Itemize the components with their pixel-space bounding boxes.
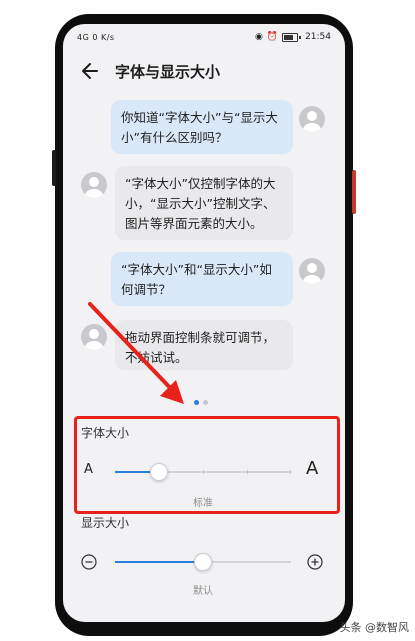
plus-circle-icon[interactable] — [307, 554, 323, 570]
page-dot — [203, 400, 208, 405]
highlight-box — [74, 416, 340, 514]
display-size-level: 默认 — [193, 586, 213, 597]
user-avatar — [299, 106, 325, 132]
chat-bubble-question: 你知道“字体大小”与“显示大小”有什么区别吗？ — [111, 100, 293, 154]
eye-icon: ◉ — [254, 32, 263, 42]
display-size-label: 显示大小 — [81, 516, 130, 530]
alarm-icon: ⏰ — [266, 32, 279, 42]
clock: 21:54 — [305, 32, 331, 42]
watermark: 头条 @数智风 — [339, 621, 410, 634]
power-button — [352, 170, 356, 214]
network-status: 4G 0 K/s — [77, 33, 115, 42]
page-title: 字体与显示大小 — [115, 63, 221, 81]
chat-bubble-answer: “字体大小”仅控制字体的大小，“显示大小”控制文字、图片等界面元素的大小。 — [115, 166, 293, 240]
red-arrow-annotation — [88, 302, 184, 404]
user-avatar — [299, 258, 325, 284]
status-bar: 4G 0 K/s ◉ ⏰ 21:54 — [63, 24, 345, 50]
minus-circle-icon[interactable] — [81, 554, 97, 570]
volume-button — [52, 150, 56, 186]
display-size-slider-knob[interactable] — [194, 553, 212, 571]
battery-icon — [282, 32, 299, 42]
back-arrow-icon[interactable] — [79, 59, 103, 83]
assistant-avatar — [81, 172, 107, 198]
app-header: 字体与显示大小 — [63, 58, 345, 88]
